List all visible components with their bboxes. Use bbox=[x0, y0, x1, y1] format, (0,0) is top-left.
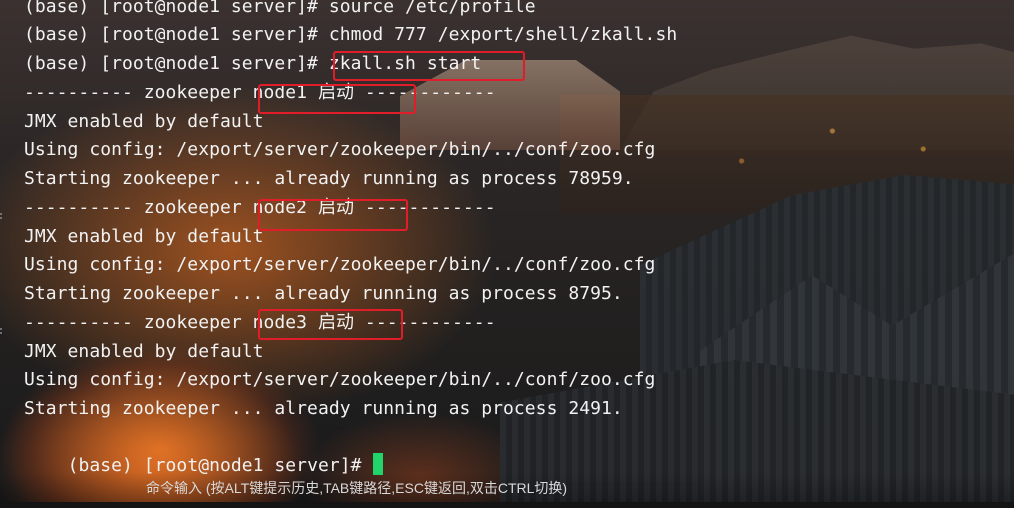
highlight-box-node1 bbox=[258, 84, 416, 114]
highlight-box-command bbox=[333, 51, 525, 81]
line-marker bbox=[0, 328, 6, 334]
terminal-line: Using config: /export/server/zookeeper/b… bbox=[24, 254, 656, 275]
terminal-line: Using config: /export/server/zookeeper/b… bbox=[24, 369, 656, 390]
terminal-line: Starting zookeeper ... already running a… bbox=[24, 283, 623, 304]
terminal-line: JMX enabled by default bbox=[24, 341, 264, 362]
highlight-box-node3 bbox=[258, 309, 403, 340]
terminal-line: (base) [root@node1 server]# source /etc/… bbox=[24, 0, 536, 17]
line-marker bbox=[0, 213, 6, 219]
terminal-prompt-line[interactable]: (base) [root@node1 server]# bbox=[24, 424, 384, 476]
terminal-line: Using config: /export/server/zookeeper/b… bbox=[24, 139, 656, 160]
terminal-line: JMX enabled by default bbox=[24, 226, 264, 247]
command-input-hint[interactable]: 命令输入 (按ALT键提示历史,TAB键路径,ESC键返回,双击CTRL切换) bbox=[146, 478, 567, 498]
terminal-line: (base) [root@node1 server]# chmod 777 /e… bbox=[24, 24, 678, 45]
terminal-output[interactable]: (base) [root@node1 server]# source /etc/… bbox=[0, 0, 1014, 476]
terminal-line: Starting zookeeper ... already running a… bbox=[24, 398, 623, 419]
terminal-line: JMX enabled by default bbox=[24, 111, 264, 132]
terminal-line: Starting zookeeper ... already running a… bbox=[24, 168, 634, 189]
highlight-box-node2 bbox=[258, 199, 408, 231]
